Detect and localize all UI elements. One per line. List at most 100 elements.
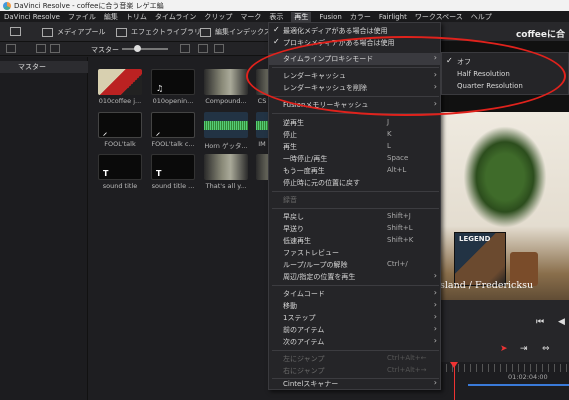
- menu-item-use-optimized-media[interactable]: ✓ 最適化メディアがある場合は使用: [269, 25, 442, 37]
- menu-item-reverse-play[interactable]: 逆再生 J: [269, 117, 442, 129]
- clip-item[interactable]: T sound title: [98, 154, 142, 190]
- selection-pointer-icon[interactable]: ➤: [500, 344, 508, 354]
- timeline-ruler[interactable]: 01:02:04:00: [440, 362, 569, 400]
- menu-item-label: 早送り: [283, 225, 304, 233]
- menu-item-jump-left: 左にジャンプ Ctrl+Alt+←: [269, 353, 442, 365]
- submenu-item-half-resolution[interactable]: Half Resolution: [442, 69, 569, 81]
- clip-name: Horn ゲッタ...: [204, 142, 248, 150]
- thumbnail-size-slider[interactable]: [122, 48, 168, 50]
- menu-item-return-on-stop[interactable]: 停止時に元の位置に戻す: [269, 177, 442, 189]
- menu-item-move[interactable]: 移動 ›: [269, 300, 442, 312]
- clip-name: FOOL'talk c...: [151, 140, 195, 148]
- blade-tool-icon[interactable]: ⇔: [542, 344, 550, 354]
- submenu-item-quarter-resolution[interactable]: Quarter Resolution: [442, 81, 569, 93]
- clip-item[interactable]: ♫ 010openin...: [151, 69, 195, 105]
- menu-item-one-step[interactable]: 1ステップ ›: [269, 312, 442, 324]
- menu-playback[interactable]: 再生: [291, 11, 312, 22]
- menu-item-fast-forward[interactable]: 早送り Shift+L: [269, 223, 442, 235]
- menu-item-record: 録音: [269, 194, 442, 206]
- audio-icon: ⸝: [156, 128, 160, 137]
- grid-view-icon[interactable]: [198, 44, 208, 53]
- clip-name: That's all y...: [205, 182, 247, 190]
- menu-mark[interactable]: マーク: [240, 12, 261, 22]
- menu-item-fast-reverse[interactable]: 早戻し Shift+J: [269, 211, 442, 223]
- trim-tool-icon[interactable]: ⇥: [520, 344, 528, 354]
- menu-item-pause-play[interactable]: 一時停止/再生 Space: [269, 153, 442, 165]
- viewer-subtitle: sland / Fredericksu: [440, 280, 534, 291]
- submenu-arrow-icon: ›: [433, 53, 437, 62]
- edit-index-label: 編集インデックス: [215, 28, 271, 36]
- menu-fairlight[interactable]: Fairlight: [379, 13, 407, 21]
- submenu-arrow-icon: ›: [433, 70, 437, 79]
- menu-item-fusion-memory-cache[interactable]: Fusionメモリーキャッシュ ›: [269, 99, 442, 111]
- reverse-play-icon[interactable]: ◀: [558, 317, 565, 327]
- menu-item-timecode[interactable]: タイムコード ›: [269, 288, 442, 300]
- clip-item[interactable]: IM: [256, 112, 268, 148]
- menu-edit[interactable]: 編集: [104, 12, 118, 22]
- menu-fusion[interactable]: Fusion: [319, 13, 341, 21]
- jump-start-icon[interactable]: ⏮: [536, 317, 544, 327]
- menu-item-delete-render-cache[interactable]: レンダーキャッシュを削除 ›: [269, 82, 442, 94]
- menu-item-render-cache[interactable]: レンダーキャッシュ ›: [269, 70, 442, 82]
- menu-help[interactable]: ヘルプ: [471, 12, 492, 22]
- menu-item-label: レンダーキャッシュ: [283, 72, 346, 80]
- menu-timeline[interactable]: タイムライン: [155, 12, 197, 22]
- menu-item-label: 右にジャンプ: [283, 367, 325, 375]
- clip-item[interactable]: ⸝ FOOL'talk c...: [151, 112, 195, 148]
- panel-layout-icon[interactable]: [6, 44, 16, 53]
- menu-item-stop[interactable]: 停止 K: [269, 129, 442, 141]
- effects-icon: [116, 27, 127, 37]
- slider-knob[interactable]: [134, 45, 141, 52]
- menu-item-fast-review[interactable]: ファストレビュー: [269, 247, 442, 259]
- forward-icon[interactable]: [50, 44, 60, 53]
- menu-trim[interactable]: トリム: [126, 12, 147, 22]
- monitor-toggle-button[interactable]: [10, 27, 25, 36]
- menu-item-cintel-scanner[interactable]: Cintelスキャナー ›: [269, 378, 442, 390]
- davinci-logo-icon: [3, 1, 11, 10]
- menu-item-use-proxy-media[interactable]: ✓ プロキシメディアがある場合は使用: [269, 37, 442, 49]
- menu-item-shortcut: Shift+K: [387, 236, 414, 244]
- menu-view[interactable]: 表示: [269, 12, 283, 22]
- edit-index-button[interactable]: 編集インデックス: [200, 27, 271, 37]
- menu-item-play-around[interactable]: 周辺/指定の位置を再生 ›: [269, 271, 442, 283]
- ruler-ticks: [440, 364, 569, 372]
- playhead[interactable]: [450, 362, 458, 400]
- clip-item[interactable]: That's all y...: [204, 154, 248, 190]
- menu-separator: [272, 350, 439, 351]
- clip-name: IM: [258, 140, 266, 148]
- menu-item-next-item[interactable]: 次のアイテム ›: [269, 336, 442, 348]
- menu-item-play-again[interactable]: もう一度再生 Alt+L: [269, 165, 442, 177]
- menu-item-play[interactable]: 再生 L: [269, 141, 442, 153]
- list-view-icon[interactable]: [180, 44, 190, 53]
- master-bin[interactable]: マスター: [0, 61, 88, 73]
- menu-workspace[interactable]: ワークスペース: [415, 12, 463, 22]
- clip-item[interactable]: CS: [256, 69, 268, 105]
- menu-item-slow-play[interactable]: 低速再生 Shift+K: [269, 235, 442, 247]
- menu-item-loop-toggle[interactable]: ループ/ループの解除 Ctrl+/: [269, 259, 442, 271]
- media-pool-button[interactable]: メディアプール: [42, 27, 106, 37]
- submenu-arrow-icon: ›: [433, 300, 437, 309]
- clip-item[interactable]: ⸝ FOOL'talk: [98, 112, 142, 148]
- menu-clip[interactable]: クリップ: [204, 12, 232, 22]
- menu-item-timeline-proxy-mode[interactable]: タイムラインプロキシモード ›: [269, 53, 442, 65]
- back-icon[interactable]: [36, 44, 46, 53]
- menu-item-label: 1ステップ: [283, 314, 316, 322]
- menu-color[interactable]: カラー: [350, 12, 371, 22]
- clip-item[interactable]: Horn ゲッタ...: [204, 112, 248, 150]
- plant-image: [460, 122, 550, 232]
- clip-item[interactable]: 010coffee j...: [98, 69, 142, 105]
- submenu-item-off[interactable]: ✓ オフ: [442, 56, 569, 68]
- clip-name: FOOL'talk: [104, 140, 136, 148]
- clip-item[interactable]: T sound title ...: [151, 154, 195, 190]
- clip-item[interactable]: [256, 154, 268, 180]
- sort-icon[interactable]: [214, 44, 224, 53]
- effects-library-button[interactable]: エフェクトライブラリ: [116, 27, 201, 37]
- clip-name: sound title ...: [151, 182, 195, 190]
- menu-file[interactable]: ファイル: [68, 12, 96, 22]
- menu-item-label: 停止: [283, 131, 297, 139]
- menu-item-label: レンダーキャッシュを削除: [283, 84, 367, 92]
- menu-app[interactable]: DaVinci Resolve: [4, 13, 60, 21]
- menu-item-previous-item[interactable]: 前のアイテム ›: [269, 324, 442, 336]
- submenu-arrow-icon: ›: [433, 336, 437, 345]
- clip-item[interactable]: Compound...: [204, 69, 248, 105]
